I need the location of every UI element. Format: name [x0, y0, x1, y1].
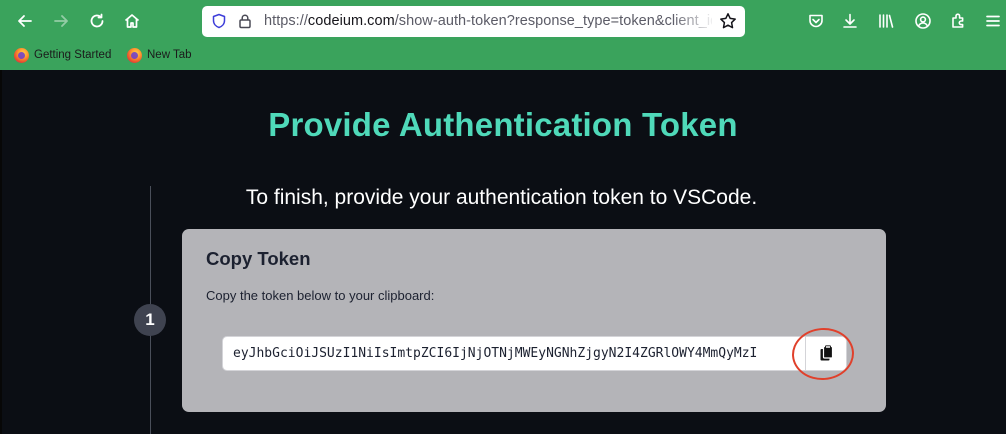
library-button[interactable]: [875, 10, 897, 32]
bookmark-getting-started[interactable]: Getting Started: [14, 46, 111, 64]
bookmark-label: New Tab: [147, 49, 192, 61]
card-title: Copy Token: [206, 248, 311, 269]
url-path: /show-auth-token?response_type=token&cli…: [394, 13, 712, 29]
bookmark-new-tab[interactable]: New Tab: [127, 46, 192, 64]
page-subtitle: To finish, provide your authentication t…: [245, 186, 758, 209]
extensions-button[interactable]: [948, 10, 970, 32]
url-fade: [672, 6, 716, 37]
back-arrow-icon: [18, 15, 32, 27]
page-title: Provide Authentication Token: [268, 106, 738, 143]
pocket-icon: [809, 14, 823, 28]
url-text[interactable]: https://codeium.com/show-auth-token?resp…: [264, 13, 712, 31]
url-bar[interactable]: https://codeium.com/show-auth-token?resp…: [202, 6, 745, 37]
browser-chrome: https://codeium.com/show-auth-token?resp…: [0, 0, 1006, 70]
menu-icon: [986, 15, 1000, 27]
account-icon: [915, 13, 931, 29]
account-button[interactable]: [912, 10, 934, 32]
lock-icon[interactable]: [237, 13, 253, 29]
tracking-shield-icon[interactable]: [211, 13, 227, 29]
firefox-icon: [14, 47, 29, 63]
downloads-icon: [843, 13, 857, 28]
forward-button[interactable]: [48, 8, 74, 34]
extensions-icon: [952, 13, 964, 28]
navigation-toolbar: https://codeium.com/show-auth-token?resp…: [0, 0, 1006, 42]
home-icon: [124, 14, 140, 28]
bookmarks-toolbar: Getting Started New Tab: [0, 44, 1006, 66]
home-button[interactable]: [119, 8, 145, 34]
copy-token-button[interactable]: [805, 336, 847, 371]
library-icon: [879, 14, 894, 28]
url-scheme: https://: [264, 13, 308, 29]
forward-arrow-icon: [54, 15, 68, 27]
reload-button[interactable]: [84, 8, 110, 34]
firefox-icon: [127, 47, 142, 63]
copy-token-card: Copy Token Copy the token below to your …: [182, 229, 886, 412]
auth-token-field[interactable]: eyJhbGciOiJSUzI1NiIsImtpZCI6IjNjOTNjMWEy…: [222, 336, 807, 371]
reload-icon: [90, 13, 104, 28]
clipboard-copy-icon: [820, 345, 833, 361]
pocket-button[interactable]: [805, 10, 827, 32]
downloads-button[interactable]: [839, 10, 861, 32]
card-description: Copy the token below to your clipboard:: [206, 288, 435, 303]
back-button[interactable]: [12, 8, 38, 34]
bookmark-star-icon[interactable]: [719, 12, 737, 30]
url-host: codeium.com: [307, 13, 395, 29]
step-number-badge: 1: [134, 304, 166, 336]
app-menu-button[interactable]: [982, 10, 1004, 32]
bookmark-label: Getting Started: [34, 49, 112, 61]
